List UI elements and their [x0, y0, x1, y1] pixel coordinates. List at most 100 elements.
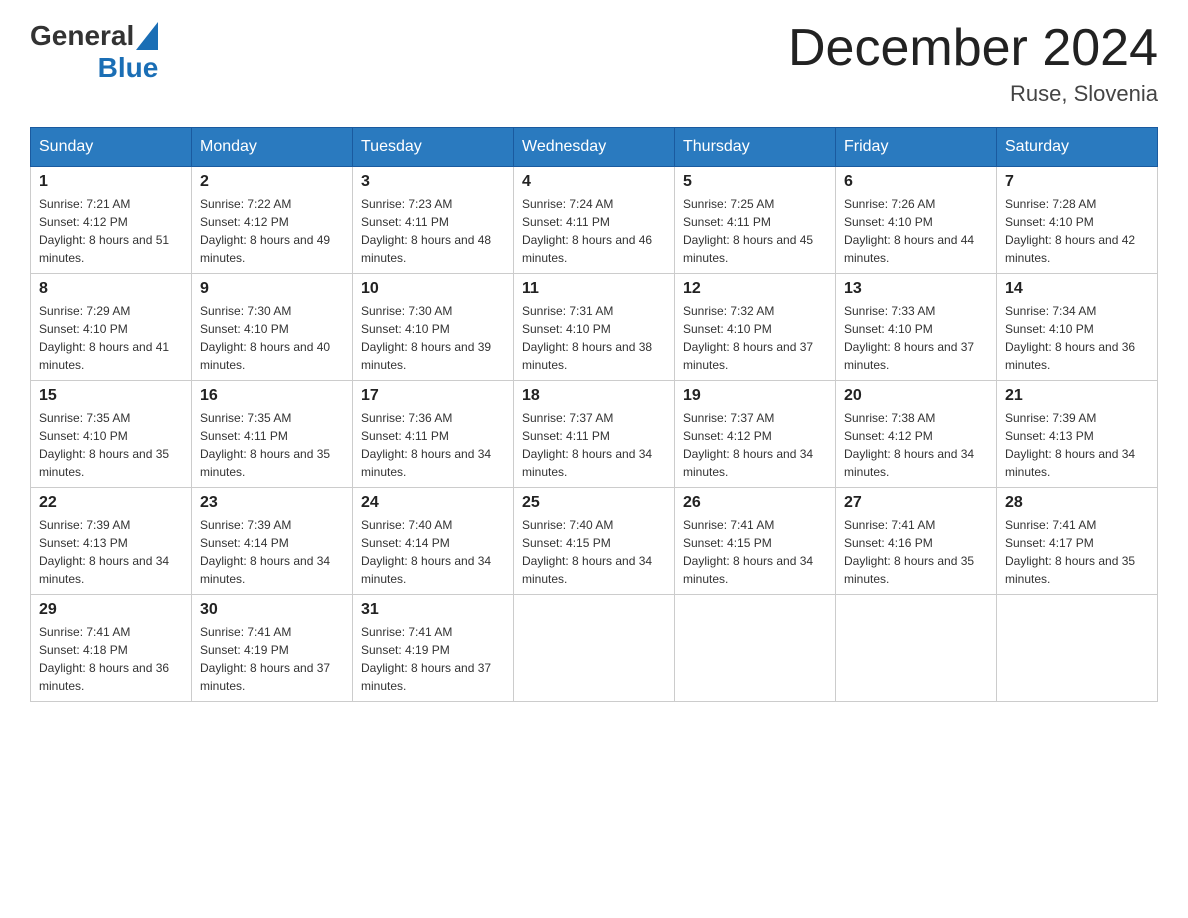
day-number: 6: [844, 173, 988, 191]
day-info: Sunrise: 7:30 AMSunset: 4:10 PMDaylight:…: [361, 302, 505, 374]
day-number: 10: [361, 280, 505, 298]
day-info: Sunrise: 7:31 AMSunset: 4:10 PMDaylight:…: [522, 302, 666, 374]
calendar-table: SundayMondayTuesdayWednesdayThursdayFrid…: [30, 127, 1158, 702]
calendar-cell: 26 Sunrise: 7:41 AMSunset: 4:15 PMDayligh…: [675, 488, 836, 595]
calendar-cell: 7 Sunrise: 7:28 AMSunset: 4:10 PMDaylight…: [997, 167, 1158, 274]
day-number: 22: [39, 494, 183, 512]
title-area: December 2024 Ruse, Slovenia: [788, 20, 1158, 107]
day-number: 23: [200, 494, 344, 512]
calendar-cell: 19Sunrise: 7:37 AMSunset: 4:12 PMDayligh…: [675, 381, 836, 488]
calendar-body: 1 Sunrise: 7:21 AMSunset: 4:12 PMDaylight…: [31, 167, 1158, 702]
calendar-cell: 8 Sunrise: 7:29 AMSunset: 4:10 PMDaylight…: [31, 274, 192, 381]
calendar-cell: 5 Sunrise: 7:25 AMSunset: 4:11 PMDaylight…: [675, 167, 836, 274]
day-info: Sunrise: 7:34 AMSunset: 4:10 PMDaylight:…: [1005, 302, 1149, 374]
day-info: Sunrise: 7:41 AMSunset: 4:19 PMDaylight:…: [200, 623, 344, 695]
day-number: 21: [1005, 387, 1149, 405]
day-number: 17: [361, 387, 505, 405]
day-number: 31: [361, 601, 505, 619]
logo: General Blue: [30, 20, 158, 84]
calendar-cell: 1 Sunrise: 7:21 AMSunset: 4:12 PMDaylight…: [31, 167, 192, 274]
day-number: 13: [844, 280, 988, 298]
weekday-header-tuesday: Tuesday: [353, 128, 514, 167]
day-number: 1: [39, 173, 183, 191]
day-number: 14: [1005, 280, 1149, 298]
calendar-cell: 13Sunrise: 7:33 AMSunset: 4:10 PMDayligh…: [836, 274, 997, 381]
day-info: Sunrise: 7:40 AMSunset: 4:14 PMDaylight:…: [361, 516, 505, 588]
day-info: Sunrise: 7:38 AMSunset: 4:12 PMDaylight:…: [844, 409, 988, 481]
calendar-cell: 17 Sunrise: 7:36 AMSunset: 4:11 PMDayligh…: [353, 381, 514, 488]
calendar-week-row: 22 Sunrise: 7:39 AMSunset: 4:13 PMDayligh…: [31, 488, 1158, 595]
day-info: Sunrise: 7:29 AMSunset: 4:10 PMDaylight:…: [39, 302, 183, 374]
location-title: Ruse, Slovenia: [788, 81, 1158, 107]
day-info: Sunrise: 7:41 AMSunset: 4:16 PMDaylight:…: [844, 516, 988, 588]
day-info: Sunrise: 7:25 AMSunset: 4:11 PMDaylight:…: [683, 195, 827, 267]
day-info: Sunrise: 7:37 AMSunset: 4:11 PMDaylight:…: [522, 409, 666, 481]
calendar-week-row: 8 Sunrise: 7:29 AMSunset: 4:10 PMDaylight…: [31, 274, 1158, 381]
day-number: 9: [200, 280, 344, 298]
day-info: Sunrise: 7:28 AMSunset: 4:10 PMDaylight:…: [1005, 195, 1149, 267]
day-info: Sunrise: 7:23 AMSunset: 4:11 PMDaylight:…: [361, 195, 505, 267]
day-info: Sunrise: 7:36 AMSunset: 4:11 PMDaylight:…: [361, 409, 505, 481]
calendar-cell: 15Sunrise: 7:35 AMSunset: 4:10 PMDayligh…: [31, 381, 192, 488]
day-info: Sunrise: 7:37 AMSunset: 4:12 PMDaylight:…: [683, 409, 827, 481]
weekday-header-monday: Monday: [192, 128, 353, 167]
calendar-cell: 31 Sunrise: 7:41 AMSunset: 4:19 PMDayligh…: [353, 595, 514, 702]
calendar-cell: 23 Sunrise: 7:39 AMSunset: 4:14 PMDayligh…: [192, 488, 353, 595]
calendar-cell: 28 Sunrise: 7:41 AMSunset: 4:17 PMDayligh…: [997, 488, 1158, 595]
day-info: Sunrise: 7:22 AMSunset: 4:12 PMDaylight:…: [200, 195, 344, 267]
calendar-cell: 3 Sunrise: 7:23 AMSunset: 4:11 PMDaylight…: [353, 167, 514, 274]
day-info: Sunrise: 7:26 AMSunset: 4:10 PMDaylight:…: [844, 195, 988, 267]
day-info: Sunrise: 7:24 AMSunset: 4:11 PMDaylight:…: [522, 195, 666, 267]
calendar-cell: 30 Sunrise: 7:41 AMSunset: 4:19 PMDayligh…: [192, 595, 353, 702]
day-number: 30: [200, 601, 344, 619]
calendar-cell: 27 Sunrise: 7:41 AMSunset: 4:16 PMDayligh…: [836, 488, 997, 595]
calendar-week-row: 29Sunrise: 7:41 AMSunset: 4:18 PMDayligh…: [31, 595, 1158, 702]
calendar-cell: 21 Sunrise: 7:39 AMSunset: 4:13 PMDayligh…: [997, 381, 1158, 488]
day-number: 7: [1005, 173, 1149, 191]
calendar-cell: 14 Sunrise: 7:34 AMSunset: 4:10 PMDayligh…: [997, 274, 1158, 381]
day-info: Sunrise: 7:41 AMSunset: 4:19 PMDaylight:…: [361, 623, 505, 695]
day-number: 28: [1005, 494, 1149, 512]
weekday-header-wednesday: Wednesday: [514, 128, 675, 167]
calendar-cell: [514, 595, 675, 702]
day-number: 24: [361, 494, 505, 512]
calendar-cell: 4Sunrise: 7:24 AMSunset: 4:11 PMDaylight…: [514, 167, 675, 274]
day-info: Sunrise: 7:39 AMSunset: 4:14 PMDaylight:…: [200, 516, 344, 588]
weekday-header-saturday: Saturday: [997, 128, 1158, 167]
calendar-cell: [675, 595, 836, 702]
weekday-header-thursday: Thursday: [675, 128, 836, 167]
day-info: Sunrise: 7:41 AMSunset: 4:18 PMDaylight:…: [39, 623, 183, 695]
calendar-cell: 20Sunrise: 7:38 AMSunset: 4:12 PMDayligh…: [836, 381, 997, 488]
calendar-cell: [836, 595, 997, 702]
weekday-header-friday: Friday: [836, 128, 997, 167]
day-info: Sunrise: 7:30 AMSunset: 4:10 PMDaylight:…: [200, 302, 344, 374]
day-info: Sunrise: 7:40 AMSunset: 4:15 PMDaylight:…: [522, 516, 666, 588]
day-number: 12: [683, 280, 827, 298]
day-number: 3: [361, 173, 505, 191]
day-number: 5: [683, 173, 827, 191]
calendar-cell: 6 Sunrise: 7:26 AMSunset: 4:10 PMDaylight…: [836, 167, 997, 274]
weekday-header-sunday: Sunday: [31, 128, 192, 167]
day-number: 16: [200, 387, 344, 405]
day-info: Sunrise: 7:41 AMSunset: 4:15 PMDaylight:…: [683, 516, 827, 588]
day-number: 27: [844, 494, 988, 512]
calendar-cell: 2Sunrise: 7:22 AMSunset: 4:12 PMDaylight…: [192, 167, 353, 274]
logo-general-text: General: [30, 20, 134, 52]
day-info: Sunrise: 7:39 AMSunset: 4:13 PMDaylight:…: [1005, 409, 1149, 481]
logo-triangle-icon: [136, 22, 158, 50]
day-number: 11: [522, 280, 666, 298]
calendar-cell: 16 Sunrise: 7:35 AMSunset: 4:11 PMDayligh…: [192, 381, 353, 488]
calendar-cell: 25Sunrise: 7:40 AMSunset: 4:15 PMDayligh…: [514, 488, 675, 595]
calendar-cell: 24 Sunrise: 7:40 AMSunset: 4:14 PMDayligh…: [353, 488, 514, 595]
day-info: Sunrise: 7:41 AMSunset: 4:17 PMDaylight:…: [1005, 516, 1149, 588]
day-info: Sunrise: 7:35 AMSunset: 4:11 PMDaylight:…: [200, 409, 344, 481]
day-number: 26: [683, 494, 827, 512]
day-number: 8: [39, 280, 183, 298]
calendar-week-row: 15Sunrise: 7:35 AMSunset: 4:10 PMDayligh…: [31, 381, 1158, 488]
day-info: Sunrise: 7:21 AMSunset: 4:12 PMDaylight:…: [39, 195, 183, 267]
calendar-cell: 11 Sunrise: 7:31 AMSunset: 4:10 PMDayligh…: [514, 274, 675, 381]
day-info: Sunrise: 7:39 AMSunset: 4:13 PMDaylight:…: [39, 516, 183, 588]
calendar-cell: 18Sunrise: 7:37 AMSunset: 4:11 PMDayligh…: [514, 381, 675, 488]
day-info: Sunrise: 7:32 AMSunset: 4:10 PMDaylight:…: [683, 302, 827, 374]
calendar-cell: 12 Sunrise: 7:32 AMSunset: 4:10 PMDayligh…: [675, 274, 836, 381]
